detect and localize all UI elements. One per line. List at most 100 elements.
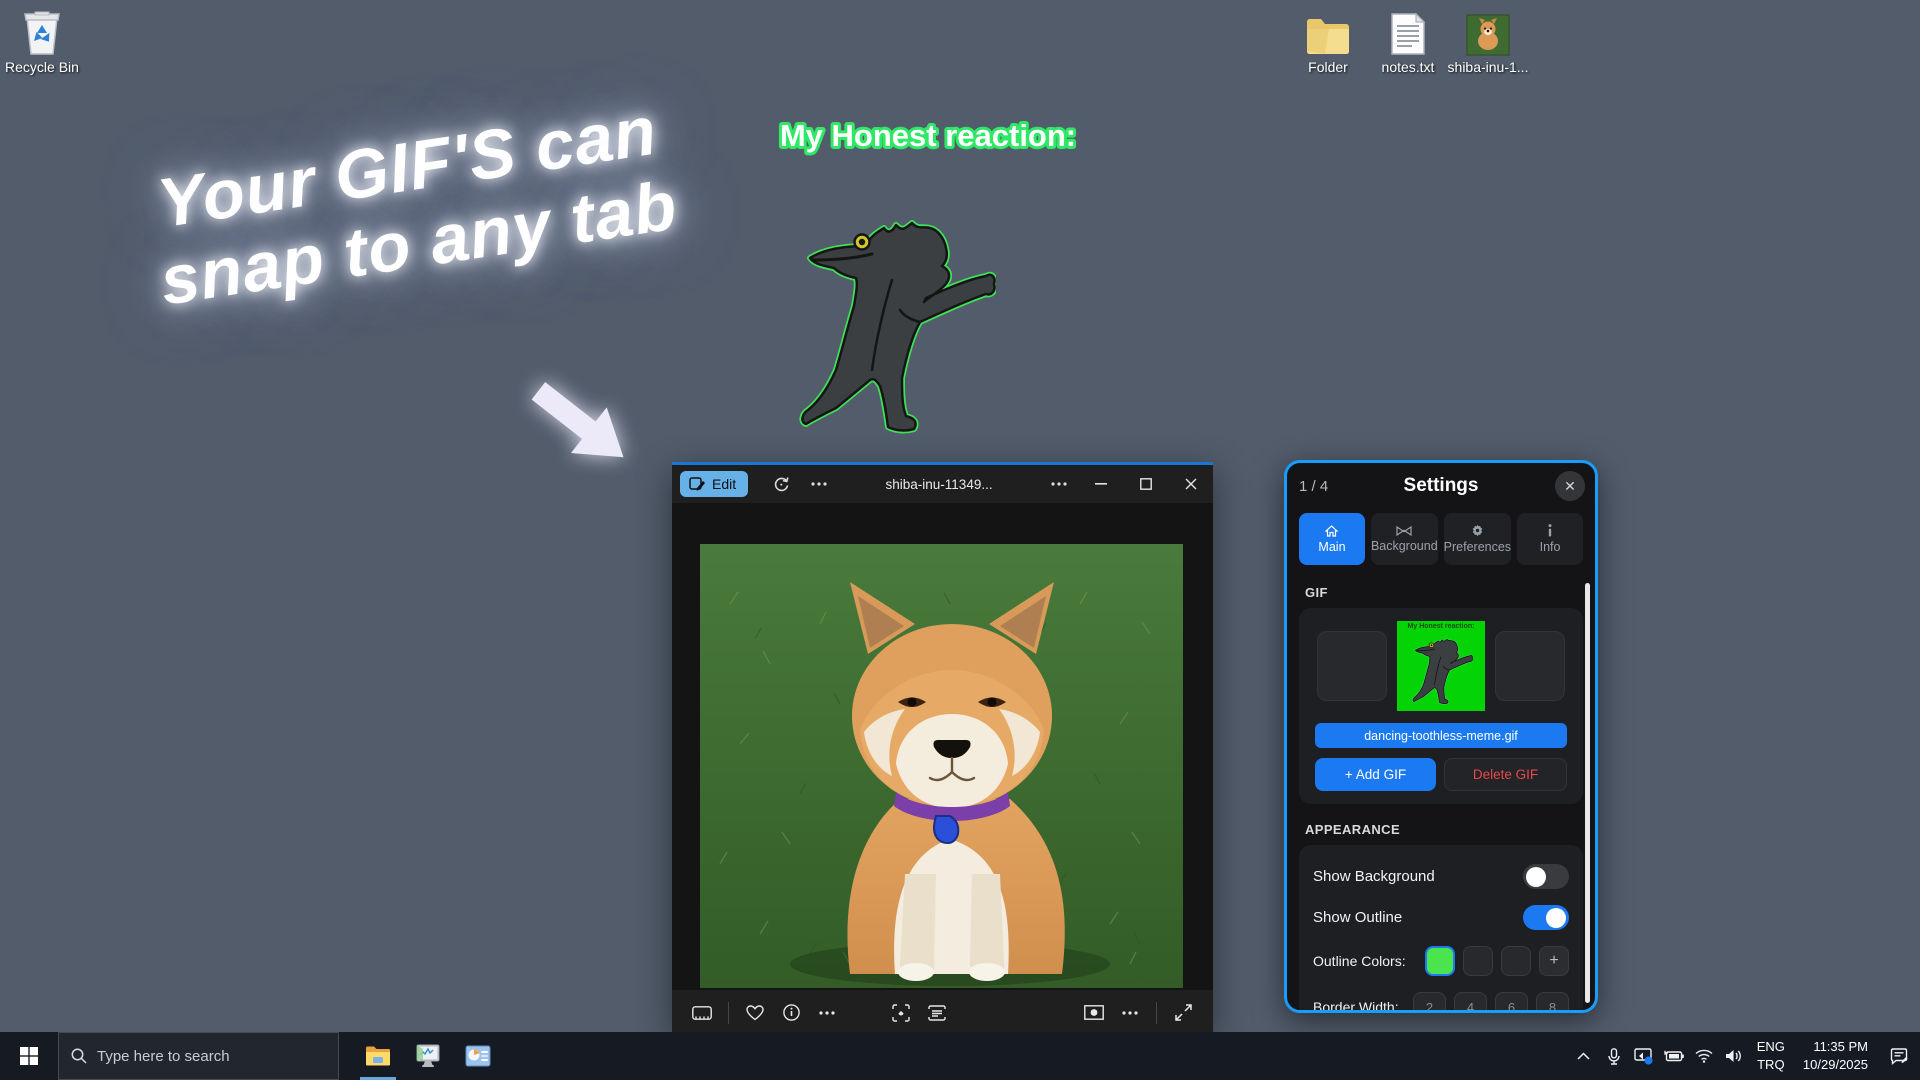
task-manager-icon bbox=[415, 1044, 441, 1068]
taskbar: Type here to search bbox=[0, 1032, 1920, 1080]
gif-app-icon bbox=[465, 1045, 491, 1067]
border-width-option[interactable]: 4 bbox=[1454, 992, 1487, 1013]
fullscreen-icon[interactable] bbox=[1165, 996, 1201, 1030]
tab-info[interactable]: Info bbox=[1517, 513, 1583, 565]
zoom-to-fit-icon[interactable] bbox=[883, 996, 919, 1030]
close-button[interactable] bbox=[1168, 465, 1213, 503]
windows-logo-icon bbox=[20, 1047, 38, 1065]
outline-colors-label: Outline Colors: bbox=[1313, 953, 1406, 969]
taskbar-file-explorer[interactable] bbox=[353, 1032, 403, 1080]
outline-color-swatch-empty[interactable] bbox=[1501, 946, 1531, 976]
desktop-icon-label: notes.txt bbox=[1366, 60, 1450, 75]
tray-wifi-icon[interactable] bbox=[1689, 1032, 1719, 1080]
language-top: ENG bbox=[1757, 1038, 1785, 1056]
desktop-icon-shiba-image[interactable]: shiba-inu-1... bbox=[1446, 8, 1530, 75]
desktop-icon-folder[interactable]: Folder bbox=[1286, 8, 1370, 75]
background-icon bbox=[1396, 526, 1412, 536]
tray-cast-icon[interactable] bbox=[1629, 1032, 1659, 1080]
appearance-section-heading: APPEARANCE bbox=[1305, 822, 1577, 837]
minimize-button[interactable] bbox=[1078, 465, 1123, 503]
info-icon[interactable] bbox=[773, 996, 809, 1030]
clock-date: 10/29/2025 bbox=[1803, 1056, 1868, 1074]
language-bottom: TRQ bbox=[1757, 1056, 1785, 1074]
search-icon bbox=[71, 1048, 87, 1064]
settings-title: Settings bbox=[1287, 475, 1595, 497]
outline-color-swatch-empty[interactable] bbox=[1463, 946, 1493, 976]
show-background-toggle[interactable] bbox=[1523, 864, 1569, 889]
start-button[interactable] bbox=[0, 1032, 58, 1080]
reaction-caption-text: My Honest reaction: bbox=[780, 118, 1076, 153]
toothless-thumbnail-icon bbox=[1411, 633, 1473, 707]
toolbar-divider bbox=[728, 1002, 729, 1024]
filmstrip-icon[interactable] bbox=[684, 996, 720, 1030]
outline-color-swatch-green[interactable] bbox=[1425, 946, 1455, 976]
photo-viewer-titlebar[interactable]: Edit shiba-inu-11349... bbox=[672, 465, 1213, 503]
tab-main[interactable]: Main bbox=[1299, 513, 1365, 565]
show-outline-toggle[interactable] bbox=[1523, 905, 1569, 930]
gif-thumbnail-empty-left[interactable] bbox=[1317, 631, 1387, 701]
toolbar-divider bbox=[1156, 1002, 1157, 1024]
gif-filename[interactable]: dancing-toothless-meme.gif bbox=[1315, 723, 1567, 748]
add-gif-button[interactable]: + Add GIF bbox=[1315, 758, 1436, 791]
settings-tabs: Main Background Preferences Info bbox=[1287, 509, 1595, 575]
hero-line-2: snap to any tab bbox=[22, 147, 815, 340]
language-indicator[interactable]: ENG TRQ bbox=[1749, 1038, 1793, 1073]
hero-line-1: Your GIF'S can bbox=[11, 70, 804, 263]
tray-chevron-icon[interactable] bbox=[1569, 1032, 1599, 1080]
hero-caption: Your GIF'S can snap to any tab bbox=[11, 70, 815, 340]
folder-icon bbox=[1286, 8, 1370, 56]
edit-button[interactable]: Edit bbox=[680, 471, 748, 497]
settings-scrollbar[interactable] bbox=[1585, 583, 1590, 1003]
edit-button-label: Edit bbox=[712, 476, 736, 492]
home-icon bbox=[1325, 525, 1338, 537]
thumbnail-caption: My Honest reaction: bbox=[1397, 623, 1485, 630]
action-center-icon[interactable] bbox=[1878, 1032, 1920, 1080]
slideshow-icon[interactable] bbox=[1076, 996, 1112, 1030]
desktop-icon-notes-txt[interactable]: notes.txt bbox=[1366, 8, 1450, 75]
desktop-icon-label: shiba-inu-1... bbox=[1446, 60, 1530, 75]
delete-gif-button[interactable]: Delete GIF bbox=[1444, 758, 1567, 791]
settings-close-button[interactable]: ✕ bbox=[1555, 471, 1585, 501]
taskbar-task-manager[interactable] bbox=[403, 1032, 453, 1080]
gif-thumbnail-active[interactable]: My Honest reaction: bbox=[1397, 621, 1485, 711]
clock-time: 11:35 PM bbox=[1803, 1038, 1868, 1056]
gif-section-heading: GIF bbox=[1305, 585, 1577, 600]
more-options-icon[interactable] bbox=[809, 996, 845, 1030]
taskbar-gif-app[interactable] bbox=[453, 1032, 503, 1080]
shiba-photo bbox=[700, 544, 1183, 988]
gif-thumbnail-empty-right[interactable] bbox=[1495, 631, 1565, 701]
show-outline-label: Show Outline bbox=[1313, 909, 1402, 926]
tray-microphone-icon[interactable] bbox=[1599, 1032, 1629, 1080]
tray-battery-icon[interactable] bbox=[1659, 1032, 1689, 1080]
photo-canvas bbox=[672, 503, 1213, 990]
gif-settings-panel: 1 / 4 Settings ✕ Main Background Prefere… bbox=[1284, 460, 1598, 1013]
more-tools-icon[interactable] bbox=[1112, 996, 1148, 1030]
tray-volume-icon[interactable] bbox=[1719, 1032, 1749, 1080]
maximize-button[interactable] bbox=[1123, 465, 1168, 503]
see-more-left-icon[interactable] bbox=[800, 469, 838, 499]
edit-image-icon bbox=[689, 476, 705, 492]
settings-header: 1 / 4 Settings ✕ bbox=[1287, 463, 1595, 509]
favorite-icon[interactable] bbox=[737, 996, 773, 1030]
tab-background[interactable]: Background bbox=[1371, 513, 1438, 565]
taskbar-clock[interactable]: 11:35 PM 10/29/2025 bbox=[1793, 1038, 1878, 1073]
system-tray: ENG TRQ 11:35 PM 10/29/2025 bbox=[1569, 1032, 1920, 1080]
rotate-icon[interactable] bbox=[762, 469, 800, 499]
gif-card: My Honest reaction: dancing-toothless-me… bbox=[1299, 608, 1583, 804]
toothless-gif-overlay[interactable] bbox=[796, 210, 996, 439]
border-width-option[interactable]: 8 bbox=[1536, 992, 1569, 1013]
tab-label: Main bbox=[1318, 540, 1345, 554]
tab-preferences[interactable]: Preferences bbox=[1444, 513, 1511, 565]
taskbar-search[interactable]: Type here to search bbox=[58, 1032, 339, 1080]
appearance-card: Show Background Show Outline Outline Col… bbox=[1299, 845, 1583, 1013]
add-outline-color-button[interactable]: + bbox=[1539, 946, 1569, 976]
border-width-label: Border Width: bbox=[1313, 999, 1399, 1013]
border-width-option[interactable]: 6 bbox=[1495, 992, 1528, 1013]
desktop-icon-recycle-bin[interactable]: Recycle Bin bbox=[0, 8, 84, 75]
text-actions-icon[interactable] bbox=[919, 996, 955, 1030]
see-more-right-icon[interactable] bbox=[1040, 469, 1078, 499]
border-width-option[interactable]: 2 bbox=[1413, 992, 1446, 1013]
tab-label: Preferences bbox=[1444, 540, 1511, 554]
info-glyph-icon bbox=[1547, 524, 1553, 537]
file-explorer-icon bbox=[365, 1045, 391, 1067]
